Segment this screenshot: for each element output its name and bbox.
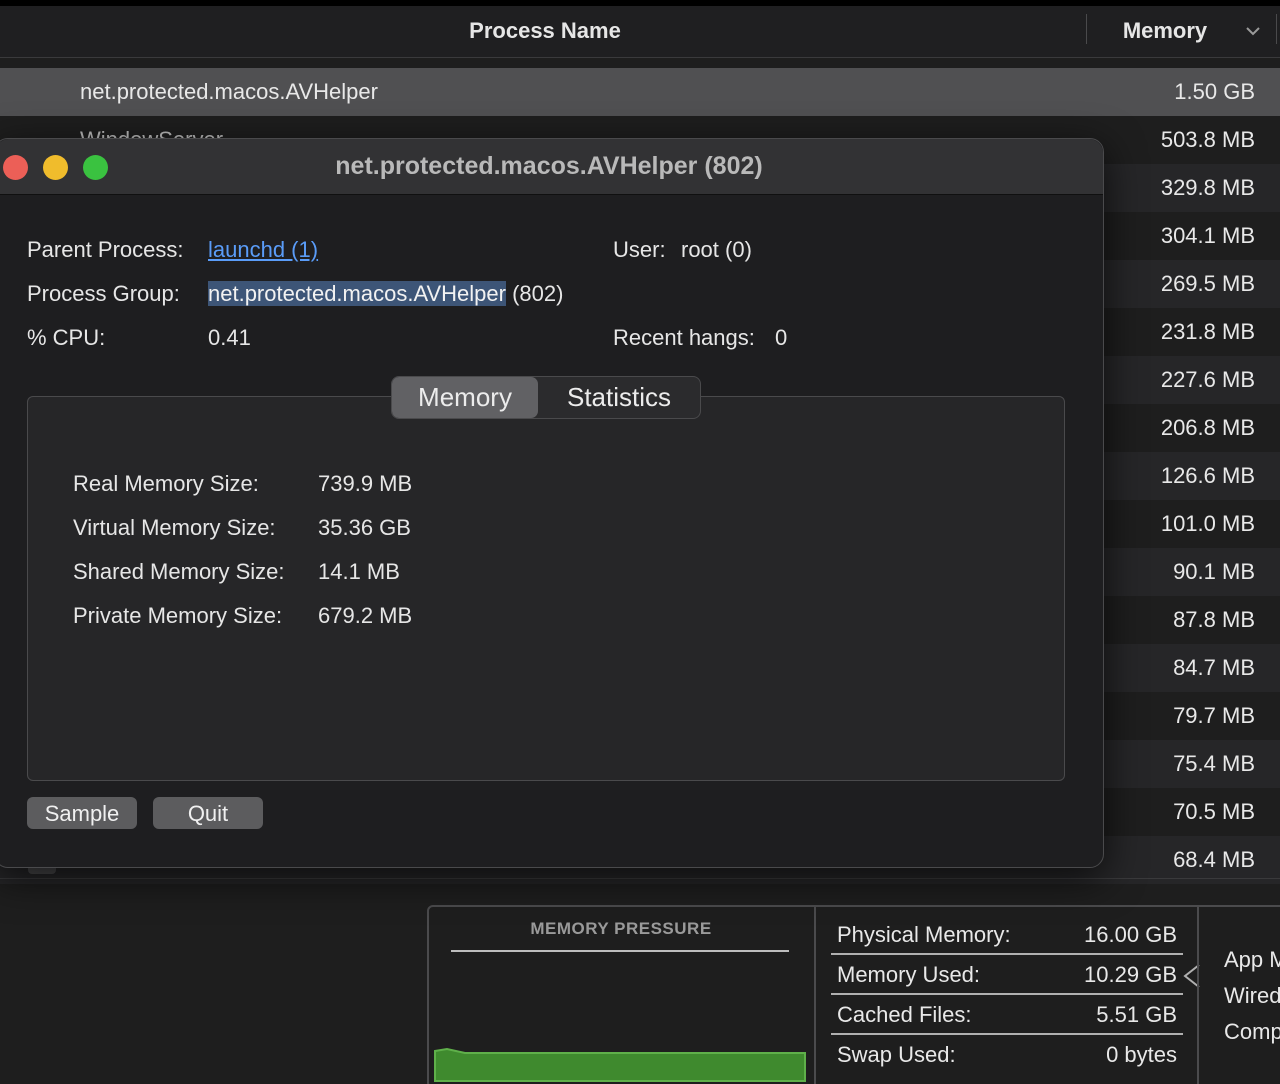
divider [451,950,789,952]
window-titlebar[interactable]: net.protected.macos.AVHelper (802) [0,139,1103,195]
divider [1197,907,1199,1084]
legend-compressed: Comp [1224,1019,1280,1044]
process-table-header: Process Name Memory [0,0,1280,58]
stat-value: 5.51 GB [1096,1002,1177,1027]
sample-button[interactable]: Sample [27,797,137,829]
table-row[interactable]: net.protected.macos.AVHelper 1.50 GB [0,68,1280,116]
process-memory-cell: 304.1 MB [1160,223,1255,248]
legend-wired-memory: Wired [1224,983,1280,1008]
stat-swap-used: Swap Used: 0 bytes [831,1035,1183,1075]
process-inspector-window: net.protected.macos.AVHelper (802) Paren… [0,138,1104,868]
window-title: net.protected.macos.AVHelper (802) [335,152,763,180]
process-memory-cell: 70.5 MB [1173,799,1255,824]
tab-bar: Memory Statistics [391,376,701,419]
stat-cached-files: Cached Files: 5.51 GB [831,995,1183,1035]
process-name-cell: net.protected.macos.AVHelper [80,79,378,104]
cpu-value: 0.41 [208,325,251,350]
process-memory-cell: 126.6 MB [1160,463,1255,488]
legend-app-memory: App M [1224,947,1280,972]
parent-process-link[interactable]: launchd (1) [208,237,318,263]
memory-summary-panel: MEMORY PRESSURE Physical Memory: 16.00 G… [427,905,1280,1084]
process-group-value[interactable]: net.protected.macos.AVHelper (802) [208,281,563,307]
process-memory-cell: 68.4 MB [1173,847,1255,872]
process-group-pid: (802) [512,281,564,306]
tab-statistics[interactable]: Statistics [538,377,700,418]
shared-memory-value: 14.1 MB [318,559,400,584]
process-memory-cell: 79.7 MB [1173,703,1255,728]
column-divider[interactable] [1086,14,1087,44]
divider [814,907,816,1084]
divider [0,878,1280,879]
stat-memory-used: Memory Used: 10.29 GB [831,955,1183,995]
stat-value: 0 bytes [1106,1042,1177,1067]
stat-label: Physical Memory: [837,922,1011,947]
stat-value: 16.00 GB [1084,922,1177,947]
recent-hangs-label: Recent hangs: [613,325,755,350]
stat-value: 10.29 GB [1084,962,1177,987]
stat-physical-memory: Physical Memory: 16.00 GB [831,915,1183,955]
process-memory-cell: 503.8 MB [1160,127,1255,152]
memory-pressure-graph [434,1047,806,1082]
selected-text[interactable]: net.protected.macos.AVHelper [208,281,506,306]
stat-label: Memory Used: [837,962,981,987]
process-memory-cell: 84.7 MB [1173,655,1255,680]
process-memory-cell: 90.1 MB [1173,559,1255,584]
sort-chevron-down-icon[interactable] [1244,24,1262,38]
column-divider[interactable] [1276,14,1277,44]
process-memory-cell: 227.6 MB [1160,367,1255,392]
stat-label: Cached Files: [837,1002,972,1027]
quit-button[interactable]: Quit [153,797,263,829]
process-memory-cell: 1.50 GB [1174,79,1255,104]
process-memory-cell: 101.0 MB [1160,511,1255,536]
process-memory-cell: 87.8 MB [1173,607,1255,632]
private-memory-label: Private Memory Size: [73,603,283,628]
process-memory-cell: 75.4 MB [1173,751,1255,776]
private-memory-value: 679.2 MB [318,603,413,628]
tab-content-memory [27,396,1065,781]
process-memory-cell: 206.8 MB [1160,415,1255,440]
cpu-label: % CPU: [27,325,106,350]
real-memory-label: Real Memory Size: [73,471,259,496]
recent-hangs-value: 0 [775,325,788,350]
tab-memory[interactable]: Memory [392,377,538,418]
real-memory-value: 739.9 MB [318,471,413,496]
stat-label: Swap Used: [837,1042,956,1067]
user-value: root (0) [681,237,752,262]
virtual-memory-value: 35.36 GB [318,515,411,540]
parent-process-label: Parent Process: [27,237,184,262]
column-header-memory[interactable]: Memory [1090,18,1240,44]
user-label: User: [613,237,666,262]
shared-memory-label: Shared Memory Size: [73,559,285,584]
column-header-process-name[interactable]: Process Name [0,18,1090,44]
process-memory-cell: 231.8 MB [1160,319,1255,344]
memory-pressure-title: MEMORY PRESSURE [530,919,712,938]
process-memory-cell: 269.5 MB [1160,271,1255,296]
process-group-label: Process Group: [27,281,180,306]
virtual-memory-label: Virtual Memory Size: [73,515,276,540]
process-memory-cell: 329.8 MB [1160,175,1255,200]
